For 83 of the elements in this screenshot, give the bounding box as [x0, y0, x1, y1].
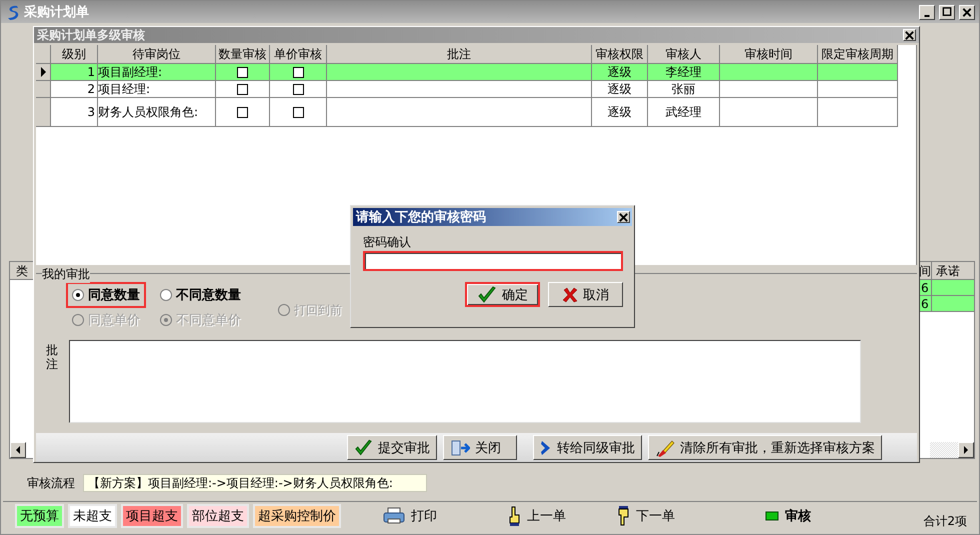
maximize-button[interactable] — [939, 4, 955, 20]
minimize-icon — [924, 14, 930, 16]
toolbar-button[interactable]: 上一单 — [507, 506, 566, 526]
table-cell: 3 — [51, 98, 98, 127]
table-cell: 6 — [919, 280, 932, 296]
checkbox[interactable] — [292, 106, 304, 118]
dialog-button[interactable]: 取消 — [548, 282, 623, 307]
check-icon — [477, 286, 497, 304]
legend-tag: 超采购控制价 — [253, 504, 341, 528]
chevron-icon — [540, 440, 552, 456]
checkbox[interactable] — [292, 84, 304, 94]
legend-tag: 项目超支 — [121, 504, 183, 528]
table-cell: 项目副经理: — [98, 64, 216, 81]
window-title: 采购计划单多级审核 — [37, 26, 146, 44]
toolbar-button[interactable]: 打印 — [383, 507, 437, 525]
column-header: 承诺 — [935, 263, 961, 279]
table-cell: 逐级 — [592, 98, 648, 127]
table-cell: 逐级 — [592, 81, 648, 98]
status-light-icon — [765, 511, 779, 521]
left-arrow-icon — [15, 446, 21, 454]
field-label: 密码确认 — [362, 234, 412, 249]
close-icon — [904, 30, 915, 40]
cross-icon — [562, 286, 578, 302]
brush-icon — [655, 438, 675, 456]
table-cell: 张丽 — [648, 81, 720, 98]
legend-tag: 未超支 — [68, 504, 117, 528]
checkbox[interactable] — [292, 66, 304, 78]
checkbox[interactable] — [237, 106, 248, 118]
row-pointer-icon — [40, 67, 46, 77]
flow-label: 审核流程 — [27, 474, 75, 492]
close-button[interactable] — [903, 29, 916, 41]
legend-tag: 无预算 — [15, 504, 64, 528]
right-arrow-icon — [963, 446, 969, 454]
table-cell: 财务人员权限角色: — [98, 98, 216, 127]
scroll-left-button[interactable] — [10, 442, 26, 458]
column-header: 审核人 — [648, 45, 720, 64]
legend-tag: 部位超支 — [187, 504, 249, 528]
toolbar-button[interactable]: 审核 — [765, 507, 811, 525]
table-cell: 6 — [919, 296, 932, 312]
door-icon — [450, 440, 470, 456]
close-icon — [618, 212, 629, 222]
checkbox[interactable] — [237, 84, 248, 94]
note-label: 批注 — [46, 342, 58, 373]
column-header: 审核时间 — [720, 45, 818, 64]
action-button[interactable]: 转给同级审批 — [533, 435, 642, 460]
printer-icon — [383, 507, 405, 525]
table-cell: 1 — [51, 64, 98, 81]
pointing-hand-icon — [616, 506, 630, 526]
table-cell: 李经理 — [648, 64, 720, 81]
dialog-title: 请输入下您的审核密码 — [356, 208, 487, 226]
table-cell: 逐级 — [592, 64, 648, 81]
column-header: 批注 — [327, 45, 592, 64]
scroll-right-button[interactable] — [958, 442, 974, 458]
column-header: 待审岗位 — [98, 45, 216, 64]
password-field[interactable] — [363, 251, 623, 271]
action-button[interactable]: 关闭 — [443, 435, 517, 460]
column-header: 审核权限 — [592, 45, 648, 64]
action-button[interactable]: 提交审批 — [347, 435, 437, 460]
toolbar-button[interactable]: 下一单 — [616, 506, 675, 526]
pointing-hand-icon — [507, 506, 521, 526]
column-header: 级别 — [51, 45, 98, 64]
minimize-button[interactable] — [919, 4, 935, 20]
header-corner — [36, 45, 51, 64]
window-title: 采购计划单 — [24, 4, 90, 21]
table-cell: 2 — [51, 81, 98, 98]
radio-button[interactable]: 同意数量 — [66, 282, 146, 308]
close-button[interactable] — [617, 211, 630, 223]
column-header: 数量审核 — [216, 45, 270, 64]
radio-button[interactable]: 不同意数量 — [154, 282, 247, 308]
maximize-icon — [941, 6, 953, 18]
note-field[interactable] — [69, 340, 861, 424]
check-icon — [354, 438, 373, 456]
column-header: 单价审核 — [270, 45, 327, 64]
close-icon — [961, 6, 973, 18]
checkbox[interactable] — [237, 66, 248, 78]
dialog-button[interactable]: 确定 — [465, 282, 540, 307]
row-header[interactable] — [36, 64, 51, 81]
column-header: 限定审核周期 — [818, 45, 898, 64]
total-count: 合计2项 — [923, 512, 967, 530]
table-cell: 武经理 — [648, 98, 720, 127]
table-cell: 项目经理: — [98, 81, 216, 98]
action-button[interactable]: 清除所有审批，重新选择审核方案 — [648, 435, 882, 460]
group-title: 我的审批 — [42, 266, 90, 284]
